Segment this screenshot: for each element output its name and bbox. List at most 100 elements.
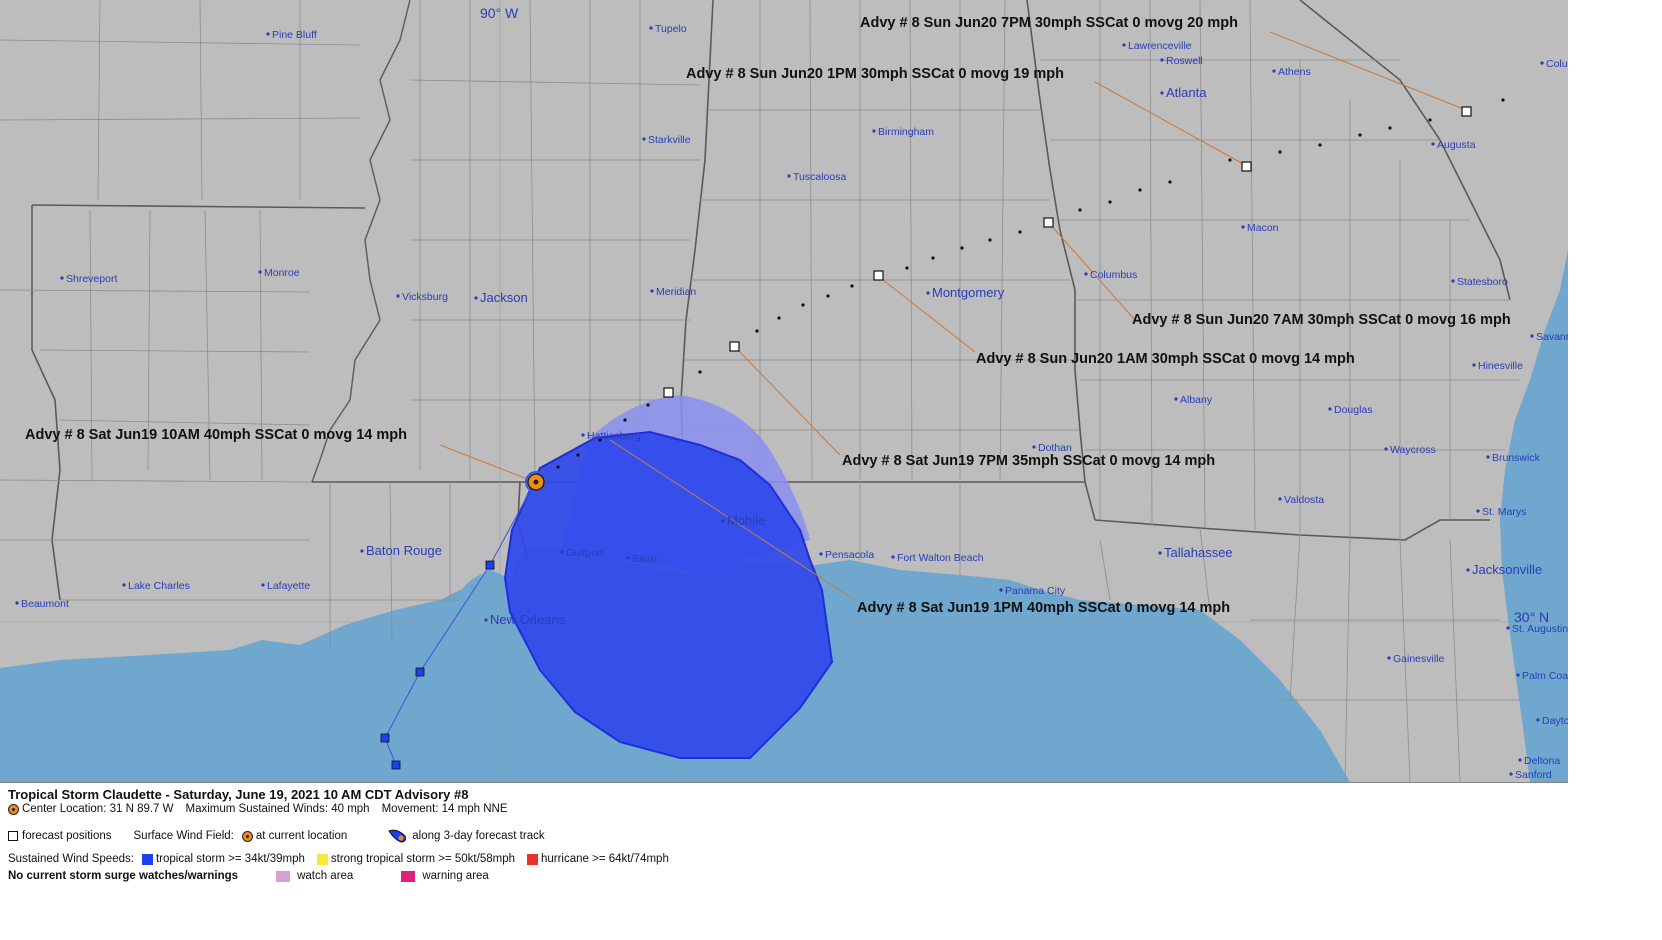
city-label: Statesboro bbox=[1457, 276, 1508, 288]
city-dot bbox=[1530, 334, 1534, 338]
city-label: Atlanta bbox=[1166, 85, 1207, 100]
warning-area-swatch bbox=[401, 870, 416, 882]
city-dot bbox=[1160, 91, 1164, 95]
city-dot bbox=[999, 588, 1003, 592]
city-dot bbox=[1472, 363, 1476, 367]
advisory-label: Advy # 8 Sun Jun20 1PM 30mph SSCat 0 mov… bbox=[686, 66, 1064, 82]
mississippi-river bbox=[311, 0, 411, 483]
city-dot bbox=[642, 137, 646, 141]
city-dot bbox=[1516, 673, 1520, 677]
city-label: Lake Charles bbox=[128, 580, 190, 592]
city-label: Lawrenceville bbox=[1128, 40, 1192, 52]
advisory-label: Advy # 8 Sun Jun20 7AM 30mph SSCat 0 mov… bbox=[1132, 312, 1511, 328]
city-dot bbox=[1486, 455, 1490, 459]
city-label: Sanford bbox=[1515, 769, 1552, 781]
city-label: Biloxi bbox=[632, 553, 657, 565]
city-dot bbox=[1328, 407, 1332, 411]
city-dot bbox=[484, 618, 488, 622]
tropical-storm-label: tropical storm >= 34kt/39mph bbox=[155, 853, 305, 865]
city-dot bbox=[560, 550, 564, 554]
city-label: Daytona bbox=[1542, 715, 1568, 727]
city-label: Brunswick bbox=[1492, 452, 1541, 464]
city-dot bbox=[626, 556, 630, 560]
city-label: Tupelo bbox=[655, 23, 687, 35]
storm-surge-label: No current storm surge watches/warnings bbox=[8, 870, 239, 882]
city-label: St. Augustine bbox=[1512, 623, 1568, 635]
city-label: Montgomery bbox=[932, 285, 1005, 300]
city-dot bbox=[1160, 58, 1164, 62]
city-dot bbox=[1084, 272, 1088, 276]
city-dot bbox=[1509, 772, 1513, 776]
forecast-position-icon bbox=[8, 831, 18, 841]
city-dot bbox=[787, 174, 791, 178]
city-label: Gainesville bbox=[1393, 653, 1445, 665]
city-dot bbox=[1518, 758, 1522, 762]
hurricane-swatch bbox=[526, 853, 538, 865]
city-dot bbox=[1466, 568, 1470, 572]
city-label: Valdosta bbox=[1284, 494, 1324, 506]
city-label: Athens bbox=[1278, 66, 1311, 78]
track-wind-icon bbox=[388, 829, 407, 843]
city-dot bbox=[926, 291, 930, 295]
city-label: Albany bbox=[1180, 394, 1213, 406]
city-dot bbox=[1506, 626, 1510, 630]
city-label: Panama City bbox=[1005, 585, 1066, 597]
city-label: Savannah bbox=[1536, 331, 1568, 343]
city-dot bbox=[1387, 656, 1391, 660]
city-dot bbox=[1272, 69, 1276, 73]
city-dot bbox=[1122, 43, 1126, 47]
city-label: Deltona bbox=[1524, 755, 1560, 767]
city-label: Beaumont bbox=[21, 598, 69, 610]
city-label: Jackson bbox=[480, 290, 528, 305]
watch-area-label: watch area bbox=[297, 870, 354, 882]
warning-area-label: warning area bbox=[422, 870, 489, 882]
city-dot bbox=[1536, 718, 1540, 722]
city-dot bbox=[1032, 445, 1036, 449]
city-dot bbox=[721, 519, 725, 523]
city-dot bbox=[266, 32, 270, 36]
city-dot bbox=[122, 583, 126, 587]
city-label: Columbus bbox=[1090, 269, 1137, 281]
city-label: Roswell bbox=[1166, 55, 1203, 67]
city-dot bbox=[819, 552, 823, 556]
city-label: Pine Bluff bbox=[272, 29, 317, 41]
city-label: Vicksburg bbox=[402, 291, 448, 303]
tropical-storm-swatch bbox=[141, 853, 153, 865]
city-dot bbox=[1431, 142, 1435, 146]
city-label: New Orleans bbox=[490, 612, 566, 627]
city-label: Columbia bbox=[1546, 58, 1568, 70]
city-label: Gulfport bbox=[566, 547, 603, 559]
city-label: Augusta bbox=[1437, 139, 1476, 151]
map-canvas: 90° W 30° N Pine Bluff TupeloLawrencevill… bbox=[0, 0, 1568, 782]
movement-text: Movement: 14 mph NNE bbox=[381, 803, 508, 815]
advisory-label: Advy # 8 Sat Jun19 10AM 40mph SSCat 0 mo… bbox=[25, 427, 407, 443]
legend-panel: Tropical Storm Claudette - Saturday, Jun… bbox=[0, 782, 1568, 888]
surface-wind-field-label: Surface Wind Field: bbox=[133, 830, 234, 842]
city-dot bbox=[474, 296, 478, 300]
city-dot bbox=[15, 601, 19, 605]
advisory-label: Advy # 8 Sun Jun20 1AM 30mph SSCat 0 mov… bbox=[976, 351, 1355, 367]
city-dot bbox=[60, 276, 64, 280]
watch-area-swatch bbox=[276, 870, 291, 882]
city-dot bbox=[258, 270, 262, 274]
along-track-label: along 3-day forecast track bbox=[412, 830, 545, 842]
city-label: Fort Walton Beach bbox=[897, 552, 984, 564]
center-location-text: Center Location: 31 N 89.7 W bbox=[22, 803, 174, 815]
current-storm-location-icon[interactable] bbox=[525, 471, 547, 493]
city-dot bbox=[1158, 551, 1162, 555]
storm-map[interactable]: 90° W 30° N Pine Bluff Tupelo Lawrencevill… bbox=[0, 0, 1568, 782]
city-label: Douglas bbox=[1334, 404, 1373, 416]
center-location-icon bbox=[8, 803, 19, 815]
advisory-label: Advy # 8 Sun Jun20 7PM 30mph SSCat 0 mov… bbox=[860, 15, 1238, 31]
city-label: St. Marys bbox=[1482, 506, 1526, 518]
city-label: Jacksonville bbox=[1472, 562, 1542, 577]
city-dot bbox=[1174, 397, 1178, 401]
advisory-label: Advy # 8 Sat Jun19 7PM 35mph SSCat 0 mov… bbox=[842, 453, 1215, 469]
city-label: Tallahassee bbox=[1164, 545, 1233, 560]
city-dot bbox=[581, 433, 585, 437]
city-label: Palm Coast bbox=[1522, 670, 1568, 682]
city-label: Tuscaloosa bbox=[793, 171, 846, 183]
city-dot bbox=[261, 583, 265, 587]
longitude-label: 90° W bbox=[480, 5, 519, 21]
city-dot bbox=[1384, 447, 1388, 451]
